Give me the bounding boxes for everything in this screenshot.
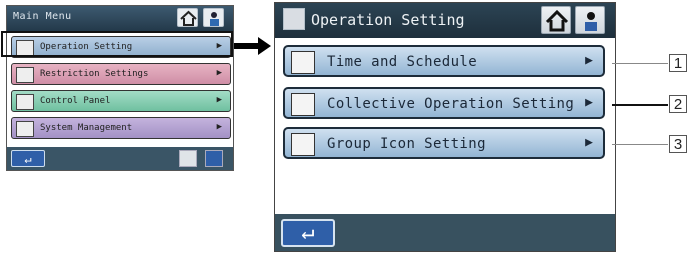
chevron-right-icon: ▶: [216, 68, 222, 78]
callout-label: 3: [669, 135, 687, 153]
home-icon[interactable]: [177, 8, 198, 27]
group-icon-grid-icon: [291, 133, 315, 156]
return-button[interactable]: ↵: [11, 150, 45, 167]
menu-item-label: Collective Operation Setting: [327, 96, 575, 112]
selection-highlight: [1, 31, 233, 57]
callout-line: [612, 144, 668, 145]
operation-setting-icon: [283, 8, 305, 30]
chevron-right-icon: ▶: [585, 95, 593, 110]
menu-item-label: Restriction Settings: [40, 69, 149, 79]
chevron-right-icon: ▶: [585, 53, 593, 68]
chevron-right-icon: ▶: [216, 95, 222, 105]
main-menu-panel: Main Menu Operation Setting ▶ Restrictio…: [6, 5, 234, 171]
menu-item-system-management[interactable]: System Management ▶: [11, 117, 231, 139]
maintenance-icon[interactable]: [205, 150, 223, 167]
menu-item-label: Time and Schedule: [327, 54, 478, 70]
home-icon[interactable]: [541, 6, 571, 34]
callout-label: 1: [669, 54, 687, 72]
maintenance-user-icon[interactable]: [203, 8, 224, 27]
menu-item-label: System Management: [40, 123, 133, 133]
menu-item-control-panel[interactable]: Control Panel ▶: [11, 90, 231, 112]
main-menu-title: Main Menu: [13, 11, 72, 22]
collective-operation-setting-button[interactable]: Collective Operation Setting ▶: [283, 87, 605, 119]
operation-setting-footer: ↵: [275, 214, 615, 251]
operation-setting-panel: Operation Setting Time and Schedule ▶ Co…: [274, 2, 616, 252]
system-management-icon: [16, 121, 34, 137]
return-button[interactable]: ↵: [281, 219, 335, 247]
callout-line: [612, 104, 668, 106]
collective-operation-icon: [291, 93, 315, 116]
control-panel-icon: [16, 94, 34, 110]
screen-clean-icon[interactable]: [179, 150, 197, 167]
menu-item-label: Group Icon Setting: [327, 136, 486, 152]
group-icon-setting-button[interactable]: Group Icon Setting ▶: [283, 127, 605, 159]
navigation-arrow-icon: [234, 36, 272, 60]
menu-item-label: Control Panel: [40, 96, 111, 106]
clock-calendar-icon: [291, 51, 315, 74]
main-menu-footer: ↵: [7, 147, 233, 170]
time-and-schedule-button[interactable]: Time and Schedule ▶: [283, 45, 605, 77]
operation-setting-titlebar: Operation Setting: [275, 3, 615, 38]
callout-line: [612, 63, 668, 64]
menu-item-restriction-settings[interactable]: Restriction Settings ▶: [11, 63, 231, 85]
page-title: Operation Setting: [311, 11, 465, 29]
chevron-right-icon: ▶: [216, 122, 222, 132]
main-menu-titlebar: Main Menu: [7, 6, 233, 31]
maintenance-user-icon[interactable]: [575, 6, 605, 34]
chevron-right-icon: ▶: [585, 135, 593, 150]
restriction-settings-icon: [16, 67, 34, 83]
callout-label: 2: [669, 95, 687, 113]
